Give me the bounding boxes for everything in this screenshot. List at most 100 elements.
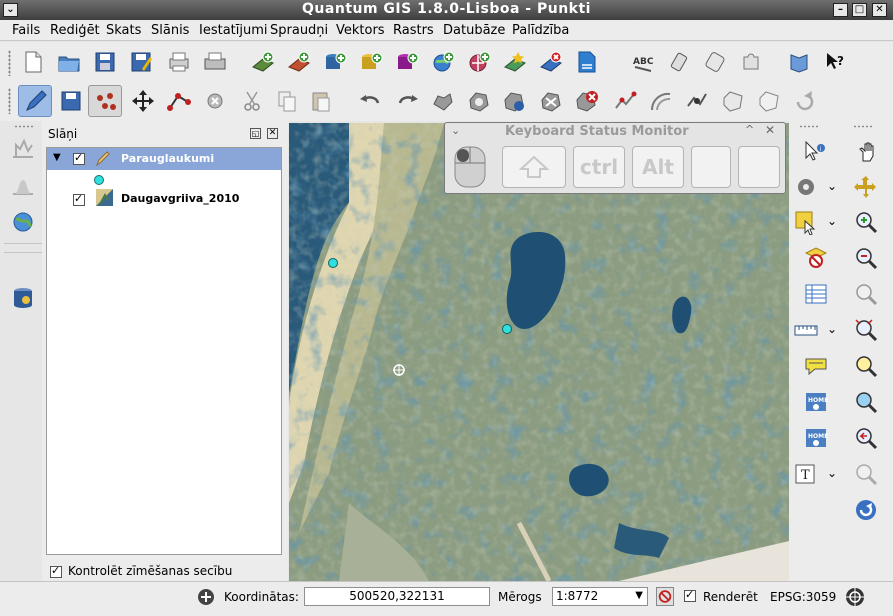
menu-database[interactable]: Datubāze	[443, 23, 505, 38]
ksm-close-icon[interactable]: ✕	[765, 123, 775, 137]
menu-settings[interactable]: Iestatījumi	[199, 23, 268, 38]
simplify-icon[interactable]	[430, 88, 456, 114]
gps-tools-icon[interactable]	[666, 49, 692, 75]
zoom-native-icon[interactable]	[853, 389, 879, 415]
close-button[interactable]: ✕	[872, 3, 887, 17]
menu-file[interactable]: Fails	[12, 23, 40, 38]
add-point-icon[interactable]	[88, 85, 122, 117]
rotate-icon[interactable]	[792, 88, 818, 114]
menu-layer[interactable]: Slānis	[151, 23, 189, 38]
chevron-down-icon[interactable]: ⌄	[827, 214, 837, 228]
redo-icon[interactable]	[394, 88, 420, 114]
menu-edit[interactable]: Rediģēt	[50, 23, 100, 38]
window-titlebar[interactable]: ⌄ Quantum GIS 1.8.0-Lisboa - Punkti – □ …	[0, 0, 893, 20]
maximize-button[interactable]: □	[852, 3, 867, 17]
map-tips-icon[interactable]	[803, 353, 829, 379]
toolbar-grip[interactable]	[14, 125, 34, 128]
expand-arrow-icon[interactable]: ▼	[53, 152, 61, 163]
toolbar-grip[interactable]	[853, 125, 873, 128]
paste-icon[interactable]	[308, 88, 334, 114]
scale-combobox[interactable]: 1:8772 ▼	[552, 587, 648, 606]
print-icon[interactable]	[202, 49, 228, 75]
layer-row-parauglaukumi[interactable]: ▼ Parauglaukumi	[47, 148, 281, 170]
minimize-button[interactable]: –	[833, 3, 848, 17]
menu-vector[interactable]: Vektors	[336, 23, 385, 38]
save-project-icon[interactable]	[92, 49, 118, 75]
add-delimited-text-icon[interactable]	[574, 49, 600, 75]
open-project-icon[interactable]	[56, 49, 82, 75]
raster-stretch-icon[interactable]	[10, 137, 36, 163]
split-features-icon[interactable]	[684, 88, 710, 114]
layer-checkbox[interactable]	[73, 192, 85, 206]
print-composer-icon[interactable]	[166, 49, 192, 75]
chevron-down-icon[interactable]: ⌄	[827, 179, 837, 193]
control-rendering-order-checkbox[interactable]	[50, 564, 62, 578]
zoom-to-layer-icon[interactable]	[853, 353, 879, 379]
zoom-out-icon[interactable]	[853, 245, 879, 271]
delete-selected-icon[interactable]	[202, 88, 228, 114]
chevron-down-icon[interactable]: ⌄	[827, 466, 837, 480]
node-tool-icon[interactable]	[166, 88, 192, 114]
menu-plugins[interactable]: Spraudņi	[270, 23, 328, 38]
menu-view[interactable]: Skats	[106, 23, 141, 38]
offset-curve-icon[interactable]	[648, 88, 674, 114]
toolbar-grip[interactable]	[8, 88, 11, 114]
select-features-icon[interactable]	[793, 209, 819, 236]
manual-icon[interactable]	[786, 49, 812, 75]
show-bookmarks-icon[interactable]: HOME	[803, 425, 829, 451]
merge-features-icon[interactable]	[720, 88, 746, 114]
whats-this-icon[interactable]: ?	[822, 49, 848, 75]
point-feature[interactable]	[328, 258, 338, 268]
toggle-editing-icon[interactable]	[18, 85, 52, 117]
new-bookmark-icon[interactable]: HOME	[803, 389, 829, 415]
add-mssql-layer-icon[interactable]	[394, 49, 420, 75]
layer-checkbox[interactable]	[73, 151, 85, 165]
spellcheck-icon[interactable]: ABC	[630, 49, 656, 75]
remove-layer-icon[interactable]	[538, 49, 564, 75]
ksm-shade-icon[interactable]: ^	[745, 123, 754, 136]
measure-icon[interactable]	[793, 317, 819, 343]
point-feature[interactable]	[502, 324, 512, 334]
pan-to-selection-icon[interactable]	[853, 174, 879, 200]
add-postgis-layer-icon[interactable]	[322, 49, 348, 75]
histogram-icon[interactable]	[10, 173, 36, 199]
reshape-icon[interactable]	[612, 88, 638, 114]
zoom-last-icon[interactable]	[853, 425, 879, 451]
deselect-icon[interactable]	[803, 245, 829, 271]
coordinate-toggle-icon[interactable]	[196, 587, 216, 607]
chevron-down-icon[interactable]: ⌄	[827, 322, 837, 336]
zoom-full-icon[interactable]	[853, 281, 879, 307]
stop-render-icon[interactable]	[656, 587, 674, 606]
collapse-icon[interactable]: ⌄	[451, 124, 460, 137]
zoom-in-icon[interactable]	[853, 209, 879, 235]
zoom-to-selection-icon[interactable]	[853, 317, 879, 343]
toolbar-grip[interactable]	[8, 50, 11, 76]
coordinates-field[interactable]: 500520,322131	[304, 587, 490, 606]
close-panel-icon[interactable]: ✕	[267, 128, 278, 139]
add-raster-layer-icon[interactable]	[286, 49, 312, 75]
undo-icon[interactable]	[358, 88, 384, 114]
pan-icon[interactable]	[855, 139, 881, 165]
menu-raster[interactable]: Rastrs	[393, 23, 434, 38]
georeferencer-icon[interactable]	[702, 49, 728, 75]
projection-icon[interactable]	[844, 586, 866, 608]
crs-status[interactable]: EPSG:3059	[770, 590, 836, 604]
plugin-icon[interactable]	[738, 49, 764, 75]
merge-attributes-icon[interactable]	[756, 88, 782, 114]
delete-part-icon[interactable]	[574, 88, 600, 114]
add-part-icon[interactable]	[502, 88, 528, 114]
refresh-icon[interactable]	[853, 497, 879, 523]
delete-ring-icon[interactable]	[538, 88, 564, 114]
text-annotation-icon[interactable]: T	[793, 461, 819, 487]
toolbar-grip[interactable]	[799, 125, 819, 128]
undock-icon[interactable]: ◱	[250, 128, 261, 139]
gear-icon[interactable]	[793, 174, 819, 200]
copy-icon[interactable]	[274, 88, 300, 114]
add-ring-icon[interactable]	[466, 88, 492, 114]
render-checkbox[interactable]	[684, 588, 696, 602]
save-edits-icon[interactable]	[58, 88, 84, 114]
zoom-next-icon[interactable]	[853, 461, 879, 487]
menu-help[interactable]: Palīdzība	[512, 23, 569, 38]
database-manager-icon[interactable]	[10, 285, 36, 311]
new-project-icon[interactable]	[20, 49, 46, 75]
